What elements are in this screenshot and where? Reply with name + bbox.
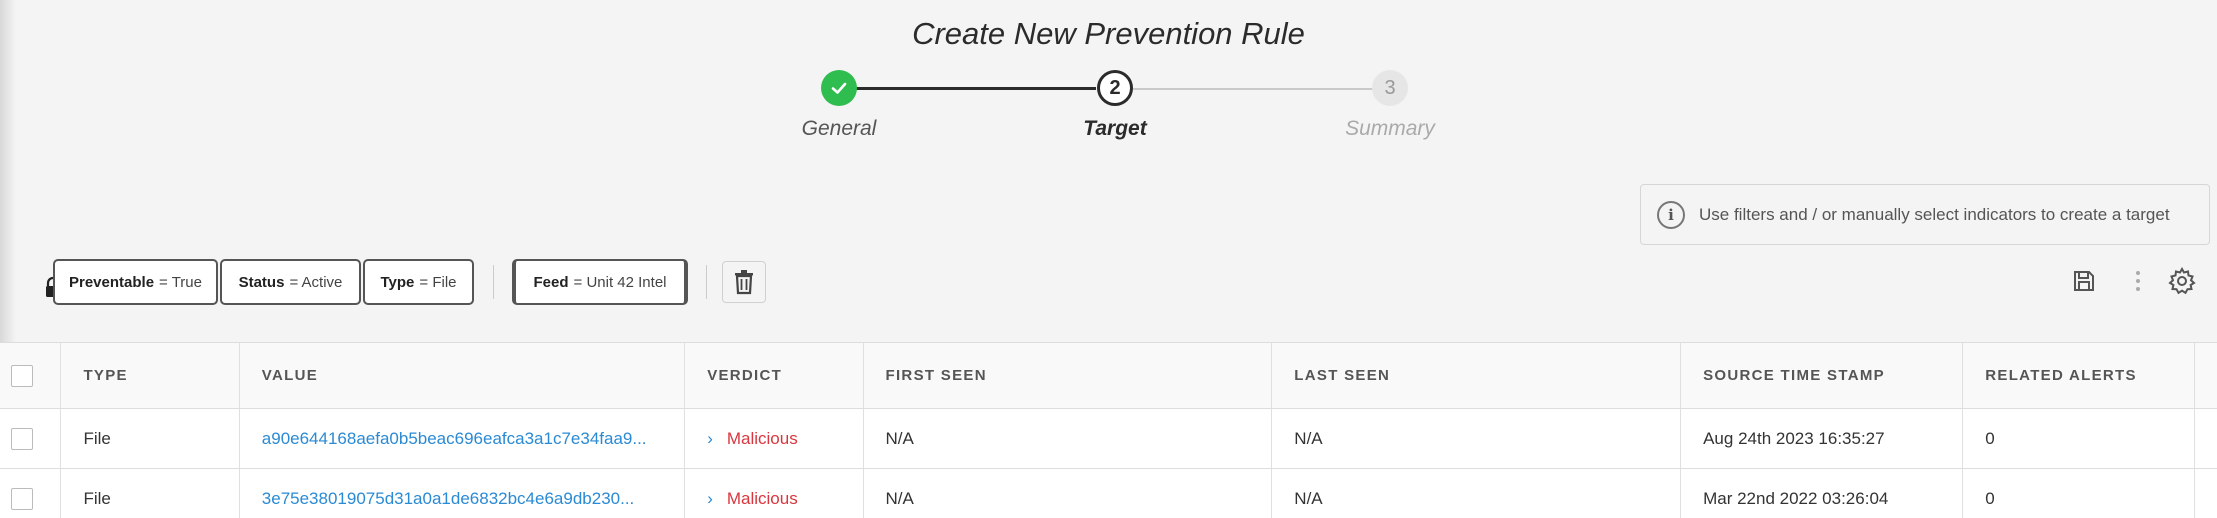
page-title: Create New Prevention Rule xyxy=(912,16,1305,51)
verdict-label: Malicious xyxy=(726,428,798,448)
step-2-label: Target xyxy=(1083,117,1147,140)
save-icon xyxy=(2074,271,2094,291)
settings-button[interactable] xyxy=(2166,265,2198,297)
table-header-row: TYPE VALUE VERDICT FIRST SEEN LAST SEEN … xyxy=(0,343,2217,409)
verdict-label: Malicious xyxy=(726,488,798,508)
filter-key: Status xyxy=(238,273,285,291)
table-row[interactable]: File a90e644168aefa0b5beac696eafca3a1c7e… xyxy=(0,409,2217,469)
cell-first-seen: N/A xyxy=(864,409,1273,468)
filter-chip-status[interactable]: Status = Active xyxy=(220,259,361,305)
cell-verdict: › Malicious xyxy=(685,409,864,468)
step-1-complete[interactable] xyxy=(821,70,857,106)
select-all-checkbox[interactable] xyxy=(11,364,33,387)
cell-verdict: › Malicious xyxy=(685,469,864,518)
column-header-last-seen[interactable]: LAST SEEN xyxy=(1272,343,1682,408)
cell-first-seen: N/A xyxy=(864,469,1273,518)
filter-chip-type[interactable]: Type = File xyxy=(363,259,474,305)
info-text: Use filters and / or manually select ind… xyxy=(1699,204,2170,224)
filter-chip-feed[interactable]: Feed = Unit 42 Intel xyxy=(512,259,688,305)
row-select-cell xyxy=(0,469,62,518)
column-header-verdict[interactable]: VERDICT xyxy=(685,343,864,408)
step-connector-complete xyxy=(856,87,1096,90)
column-header-related-alerts[interactable]: RELATED ALERTS xyxy=(1963,343,2196,408)
step-3-pending[interactable]: 3 xyxy=(1372,70,1408,106)
step-1-label: General xyxy=(801,117,877,140)
gear-icon xyxy=(2168,267,2196,295)
cell-last-seen: N/A xyxy=(1272,469,1682,518)
cell-type: File xyxy=(61,469,240,518)
more-vertical-icon xyxy=(2136,271,2140,291)
column-header-first-seen[interactable]: FIRST SEEN xyxy=(864,343,1273,408)
row-checkbox[interactable] xyxy=(11,427,33,450)
cell-value: a90e644168aefa0b5beac696eafca3a1c7e34faa… xyxy=(240,409,686,468)
column-header-filler xyxy=(2195,343,2217,408)
filter-divider xyxy=(706,265,707,299)
step-2-active[interactable]: 2 xyxy=(1097,70,1133,106)
filter-key: Preventable xyxy=(69,273,155,291)
clear-filters-button[interactable] xyxy=(722,261,766,303)
more-options-button[interactable] xyxy=(2122,265,2154,297)
indicator-value-link[interactable]: 3e75e38019075d31a0a1de6832bc4e6a9db230..… xyxy=(262,489,670,509)
step-connector-pending xyxy=(1133,88,1373,90)
info-icon: i xyxy=(1657,200,1685,229)
chevron-right-icon[interactable]: › xyxy=(707,489,713,509)
save-button[interactable] xyxy=(2068,265,2100,297)
select-all-cell xyxy=(0,343,62,408)
column-header-source-time-stamp[interactable]: SOURCE TIME STAMP xyxy=(1681,343,1964,408)
indicator-value-link[interactable]: a90e644168aefa0b5beac696eafca3a1c7e34faa… xyxy=(262,429,670,449)
column-header-type[interactable]: TYPE xyxy=(61,343,240,408)
row-select-cell xyxy=(0,409,62,468)
cell-filler xyxy=(2195,409,2217,468)
filter-key: Type xyxy=(380,273,415,291)
trash-icon xyxy=(735,270,753,295)
cell-filler xyxy=(2195,469,2217,518)
cell-source-time-stamp: Aug 24th 2023 16:35:27 xyxy=(1681,409,1964,468)
filter-value: = Active xyxy=(289,273,343,291)
filter-key: Feed xyxy=(533,273,569,291)
column-header-value[interactable]: VALUE xyxy=(240,343,686,408)
cell-value: 3e75e38019075d31a0a1de6832bc4e6a9db230..… xyxy=(240,469,686,518)
chevron-right-icon[interactable]: › xyxy=(707,429,713,449)
filter-value: = True xyxy=(159,273,202,291)
cell-related-alerts: 0 xyxy=(1963,409,2196,468)
cell-last-seen: N/A xyxy=(1272,409,1682,468)
info-banner: i Use filters and / or manually select i… xyxy=(1640,184,2210,245)
step-3-label: Summary xyxy=(1345,117,1435,140)
cell-source-time-stamp: Mar 22nd 2022 03:26:04 xyxy=(1681,469,1964,518)
cell-type: File xyxy=(61,409,240,468)
check-icon xyxy=(831,82,847,94)
cell-related-alerts: 0 xyxy=(1963,469,2196,518)
filter-value: = File xyxy=(419,273,457,291)
filter-divider xyxy=(493,265,494,299)
table-row[interactable]: File 3e75e38019075d31a0a1de6832bc4e6a9db… xyxy=(0,469,2217,518)
filter-chip-preventable[interactable]: Preventable = True xyxy=(53,259,218,305)
filter-value: = Unit 42 Intel xyxy=(573,273,667,291)
row-checkbox[interactable] xyxy=(11,487,33,510)
indicators-table: TYPE VALUE VERDICT FIRST SEEN LAST SEEN … xyxy=(0,342,2217,518)
